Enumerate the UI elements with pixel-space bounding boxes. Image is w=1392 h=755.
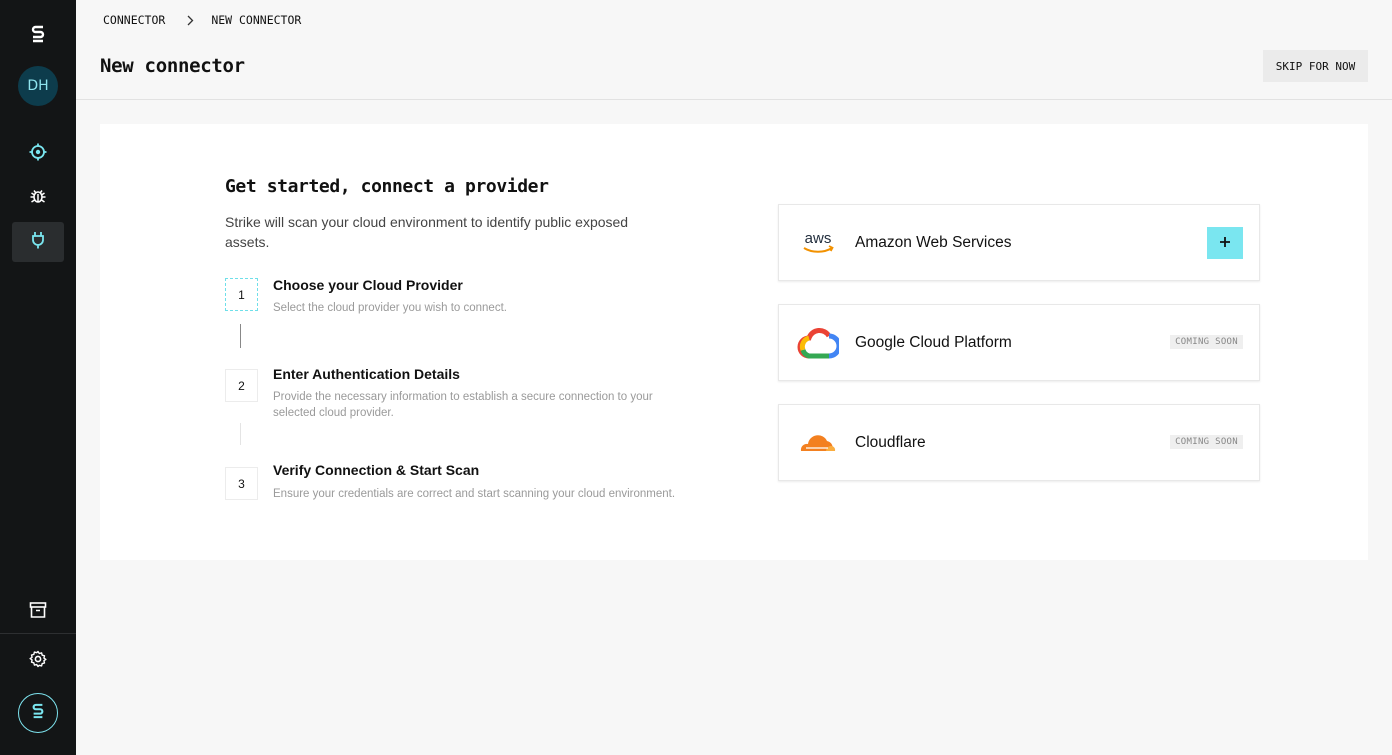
sidebar-item-vulnerabilities[interactable] xyxy=(12,178,64,218)
connector-card: Get started, connect a provider Strike w… xyxy=(100,124,1368,560)
header-divider xyxy=(76,99,1392,100)
avatar[interactable]: DH xyxy=(18,66,58,106)
archive-icon xyxy=(29,601,47,624)
page-title: New connector xyxy=(100,55,245,77)
sidebar-logo[interactable] xyxy=(12,16,64,56)
bug-icon xyxy=(29,187,47,210)
provider-name: Cloudflare xyxy=(855,433,926,451)
breadcrumb-item-connector[interactable]: CONNECTOR xyxy=(103,13,165,27)
step-number: 3 xyxy=(225,467,258,500)
target-icon xyxy=(29,143,47,166)
sidebar-item-archive[interactable] xyxy=(12,592,64,632)
coming-soon-badge: COMING SOON xyxy=(1170,335,1243,349)
step-connector-line xyxy=(240,324,241,348)
workspace-badge[interactable] xyxy=(18,693,58,733)
step-title: Choose your Cloud Provider xyxy=(273,277,463,293)
provider-card-aws[interactable]: aws Amazon Web Services xyxy=(778,204,1260,281)
logo-badge-icon xyxy=(31,702,45,725)
intro-description: Strike will scan your cloud environment … xyxy=(225,214,629,250)
provider-name: Amazon Web Services xyxy=(855,233,1012,251)
logo-icon xyxy=(30,24,46,49)
sidebar-divider xyxy=(0,633,76,634)
sidebar-item-targets[interactable] xyxy=(12,134,64,174)
breadcrumb: CONNECTOR NEW CONNECTOR xyxy=(103,13,301,27)
add-provider-button[interactable] xyxy=(1207,227,1243,259)
plug-icon xyxy=(31,231,45,254)
sidebar: DH xyxy=(0,0,76,755)
provider-card-cloudflare: Cloudflare COMING SOON xyxy=(778,404,1260,481)
step-description: Ensure your credentials are correct and … xyxy=(273,488,676,500)
aws-icon: aws xyxy=(797,223,839,263)
avatar-initials: DH xyxy=(27,78,49,94)
plus-icon xyxy=(1219,236,1231,251)
step-title: Verify Connection & Start Scan xyxy=(273,462,480,478)
step-number: 2 xyxy=(225,369,258,402)
cloudflare-icon xyxy=(797,423,839,463)
google-cloud-icon xyxy=(797,323,839,363)
intro-title: Get started, connect a provider xyxy=(225,176,549,197)
step-connector-line xyxy=(240,423,241,445)
step-title: Enter Authentication Details xyxy=(273,366,460,382)
provider-name: Google Cloud Platform xyxy=(855,333,1012,351)
sidebar-item-connectors[interactable] xyxy=(12,222,64,262)
sidebar-item-settings[interactable] xyxy=(12,641,64,681)
coming-soon-badge: COMING SOON xyxy=(1170,435,1243,449)
step-description: Provide the necessary information to est… xyxy=(273,391,653,419)
step-number: 1 xyxy=(225,278,258,311)
skip-button[interactable]: SKIP FOR NOW xyxy=(1263,50,1368,82)
breadcrumb-item-current: NEW CONNECTOR xyxy=(211,13,302,27)
provider-card-gcp: Google Cloud Platform COMING SOON xyxy=(778,304,1260,381)
gear-icon xyxy=(29,650,47,673)
aws-logo-text: aws xyxy=(805,230,832,247)
chevron-right-icon xyxy=(187,15,194,26)
step-description: Select the cloud provider you wish to co… xyxy=(273,302,507,314)
